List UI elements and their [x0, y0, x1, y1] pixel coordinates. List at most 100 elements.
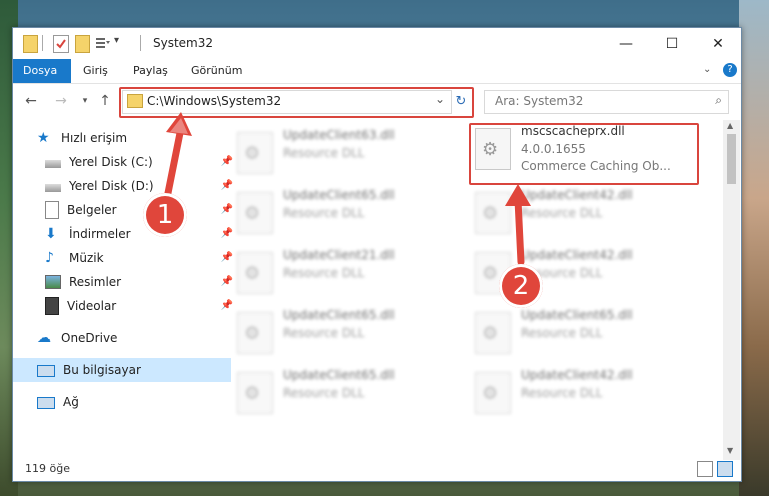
gear-icon: ⚙: [244, 323, 261, 344]
file-item[interactable]: ⚙ UpdateClient42.dll Resource DLL: [469, 364, 695, 420]
sidebar-item-this-pc[interactable]: Bu bilgisayar: [13, 358, 231, 382]
file-name: UpdateClient65.dll: [283, 368, 395, 382]
sidebar-item-disk-c[interactable]: Yerel Disk (C:) 📌: [13, 150, 239, 174]
documents-icon: [45, 201, 59, 219]
navigation-bar: ← → ▾ ↑ C:\Windows\System32 ⌄ ↻ Ara: Sys…: [13, 85, 741, 118]
file-item[interactable]: ⚙ UpdateClient65.dll Resource DLL: [231, 364, 457, 420]
sidebar-item-label: Bu bilgisayar: [63, 363, 141, 377]
dll-file-icon: ⚙: [475, 372, 511, 414]
sidebar-item-quick-access[interactable]: ★ Hızlı erişim: [13, 126, 231, 150]
explorer-window: ▾ System32 — ☐ ✕ Dosya Giriş Paylaş Görü…: [12, 27, 742, 482]
file-name: UpdateClient21.dll: [283, 248, 395, 262]
gear-icon: ⚙: [244, 203, 261, 224]
tab-gorunum[interactable]: Görünüm: [181, 59, 252, 83]
scroll-up-icon[interactable]: ▲: [727, 121, 733, 130]
file-description: Resource DLL: [283, 266, 365, 280]
forward-button[interactable]: →: [51, 91, 71, 111]
close-button[interactable]: ✕: [695, 28, 741, 59]
back-button[interactable]: ←: [21, 91, 41, 111]
window-title: System32: [153, 36, 214, 50]
drive-icon: [45, 184, 61, 192]
sidebar-item-label: Ağ: [63, 395, 79, 409]
dll-file-icon: ⚙: [475, 192, 511, 234]
search-icon: ⌕: [715, 93, 722, 107]
sidebar-item-downloads[interactable]: ⬇ İndirmeler 📌: [13, 222, 239, 246]
customize-toolbar-icon[interactable]: [95, 35, 111, 51]
properties-icon[interactable]: [53, 35, 69, 53]
file-name: UpdateClient42.dll: [521, 188, 633, 202]
dll-file-icon: ⚙: [237, 132, 273, 174]
sidebar-item-music[interactable]: ♪ Müzik 📌: [13, 246, 239, 270]
help-icon[interactable]: ?: [723, 63, 737, 77]
sidebar-item-label: Resimler: [69, 275, 122, 289]
title-bar: ▾ System32 — ☐ ✕: [13, 28, 741, 59]
expand-ribbon-icon[interactable]: ⌄: [703, 64, 711, 75]
file-item[interactable]: ⚙ UpdateClient65.dll Resource DLL: [231, 184, 457, 240]
file-item[interactable]: ⚙ UpdateClient21.dll Resource DLL: [231, 244, 457, 300]
file-name: UpdateClient65.dll: [283, 188, 395, 202]
ribbon-tabs: Dosya Giriş Paylaş Görünüm ⌄ ?: [13, 59, 741, 84]
tab-paylas[interactable]: Paylaş: [123, 59, 178, 83]
address-highlight-box: [119, 87, 474, 118]
new-folder-icon[interactable]: [75, 35, 90, 53]
sidebar-item-pictures[interactable]: Resimler 📌: [13, 270, 239, 294]
pictures-icon: [45, 275, 61, 289]
maximize-button[interactable]: ☐: [649, 28, 695, 59]
tab-dosya[interactable]: Dosya: [13, 59, 71, 83]
videos-icon: [45, 297, 59, 315]
file-description: Resource DLL: [283, 326, 365, 340]
gear-icon: ⚙: [482, 203, 499, 224]
file-description: Resource DLL: [521, 206, 603, 220]
sidebar-item-disk-d[interactable]: Yerel Disk (D:) 📌: [13, 174, 239, 198]
navigation-pane: ★ Hızlı erişim Yerel Disk (C:) 📌 Yerel D…: [13, 120, 233, 455]
gear-icon: ⚙: [244, 383, 261, 404]
sidebar-item-label: Müzik: [69, 251, 104, 265]
sidebar-item-network[interactable]: Ağ: [13, 390, 231, 414]
dll-file-icon: ⚙: [475, 312, 511, 354]
sidebar-item-onedrive[interactable]: ☁ OneDrive: [13, 326, 231, 350]
file-description: Resource DLL: [283, 206, 365, 220]
search-input[interactable]: Ara: System32 ⌕: [484, 90, 729, 114]
file-item[interactable]: ⚙ UpdateClient42.dll Resource DLL: [469, 184, 695, 240]
gear-icon: ⚙: [482, 383, 499, 404]
scroll-thumb[interactable]: [727, 134, 736, 184]
large-icons-view-icon[interactable]: [717, 461, 733, 477]
gear-icon: ⚙: [244, 143, 261, 164]
file-item[interactable]: ⚙ UpdateClient63.dll Resource DLL: [231, 124, 457, 180]
sidebar-item-label: Videolar: [67, 299, 117, 313]
callout-number-2: 2: [499, 264, 543, 308]
file-item[interactable]: ⚙ UpdateClient65.dll Resource DLL: [469, 304, 695, 360]
dll-file-icon: ⚙: [237, 312, 273, 354]
cloud-icon: ☁: [37, 330, 51, 346]
file-description: Resource DLL: [283, 386, 365, 400]
recent-locations-icon[interactable]: ▾: [75, 91, 95, 111]
dll-file-icon: ⚙: [237, 192, 273, 234]
file-description: Resource DLL: [521, 326, 603, 340]
vertical-scrollbar[interactable]: ▲ ▼: [723, 120, 740, 460]
tab-giris[interactable]: Giriş: [73, 59, 118, 83]
drive-icon: [45, 160, 61, 168]
item-count: 119 öğe: [25, 462, 70, 475]
sidebar-item-label: Yerel Disk (D:): [69, 179, 154, 193]
minimize-button[interactable]: —: [603, 28, 649, 59]
computer-icon: [37, 365, 55, 377]
file-highlight-box: [469, 123, 699, 185]
details-view-icon[interactable]: [697, 461, 713, 477]
sidebar-item-label: OneDrive: [61, 331, 118, 345]
star-icon: ★: [37, 130, 50, 146]
sidebar-item-documents[interactable]: Belgeler 📌: [13, 198, 239, 222]
dll-file-icon: ⚙: [237, 372, 273, 414]
callout-number-1: 1: [143, 193, 187, 237]
sidebar-item-label: Hızlı erişim: [61, 131, 128, 145]
up-button[interactable]: ↑: [95, 91, 115, 111]
file-item[interactable]: ⚙ UpdateClient65.dll Resource DLL: [231, 304, 457, 360]
scroll-down-icon[interactable]: ▼: [727, 446, 733, 455]
separator: [42, 35, 43, 51]
network-icon: [37, 397, 55, 409]
download-icon: ⬇: [45, 226, 57, 242]
sidebar-item-label: Yerel Disk (C:): [69, 155, 153, 169]
sidebar-item-videos[interactable]: Videolar 📌: [13, 294, 239, 318]
file-name: UpdateClient65.dll: [283, 308, 395, 322]
sidebar-item-label: Belgeler: [67, 203, 117, 217]
qa-dropdown-icon[interactable]: ▾: [114, 35, 124, 51]
